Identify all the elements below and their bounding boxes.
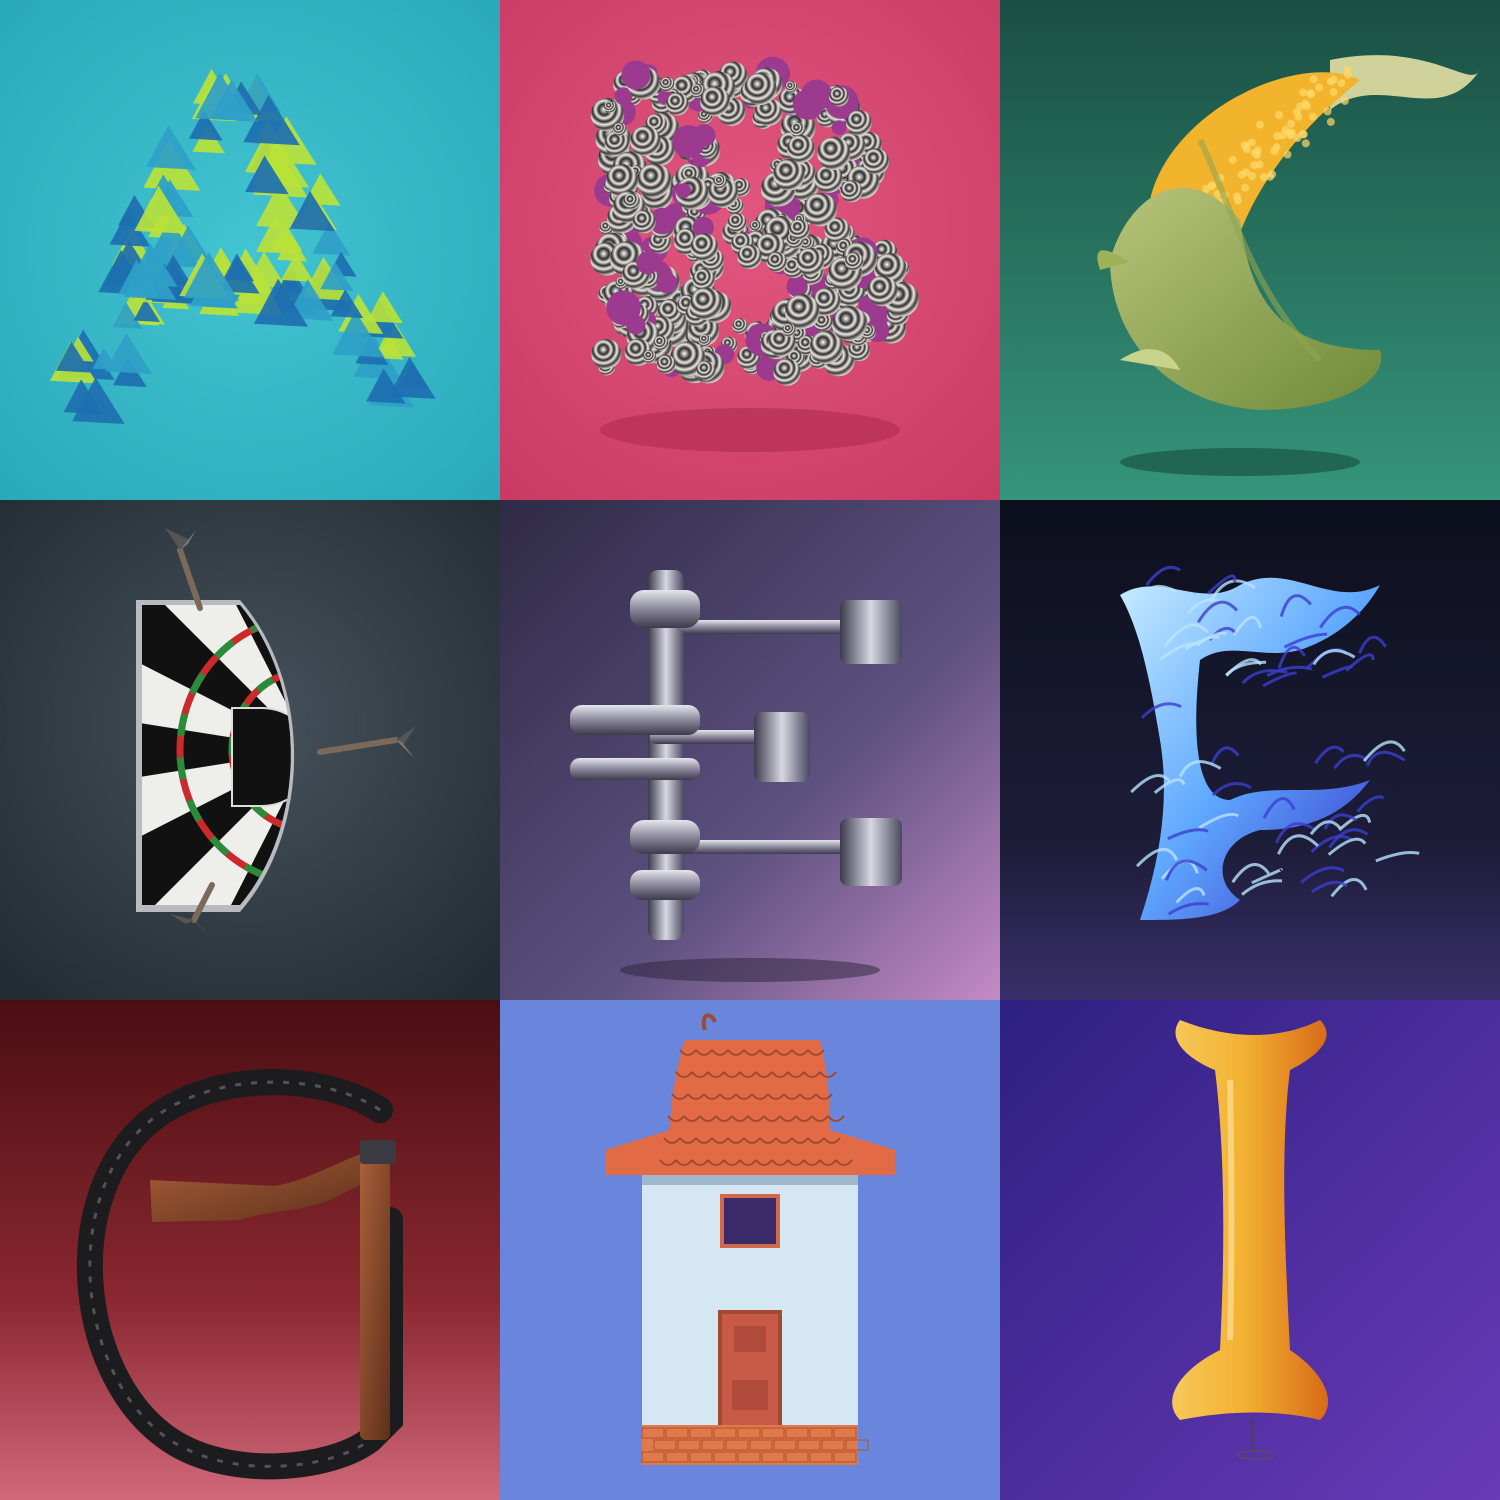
alphabet-grid [0, 0, 1500, 1500]
letter-i-illustration [1000, 1000, 1500, 1500]
letter-f-illustration [1000, 500, 1500, 1000]
tile-letter-g [0, 1000, 500, 1500]
tile-letter-a [0, 0, 500, 500]
letter-d-illustration [0, 500, 500, 1000]
tile-letter-c [1000, 0, 1500, 500]
tile-letter-d [0, 500, 500, 1000]
letter-b-illustration [500, 0, 1000, 500]
tile-letter-e [500, 500, 1000, 1000]
letter-a-illustration [0, 0, 500, 500]
shotgun-forend [360, 1160, 390, 1440]
tile-letter-h [500, 1000, 1000, 1500]
tile-letter-i [1000, 1000, 1500, 1500]
tile-letter-f [1000, 500, 1500, 1000]
letter-h-illustration [500, 1000, 1000, 1500]
letter-g-illustration [0, 1000, 500, 1500]
letter-e-illustration [500, 500, 1000, 1000]
house-window [720, 1194, 780, 1248]
tile-letter-b [500, 0, 1000, 500]
letter-c-illustration [1000, 0, 1500, 500]
